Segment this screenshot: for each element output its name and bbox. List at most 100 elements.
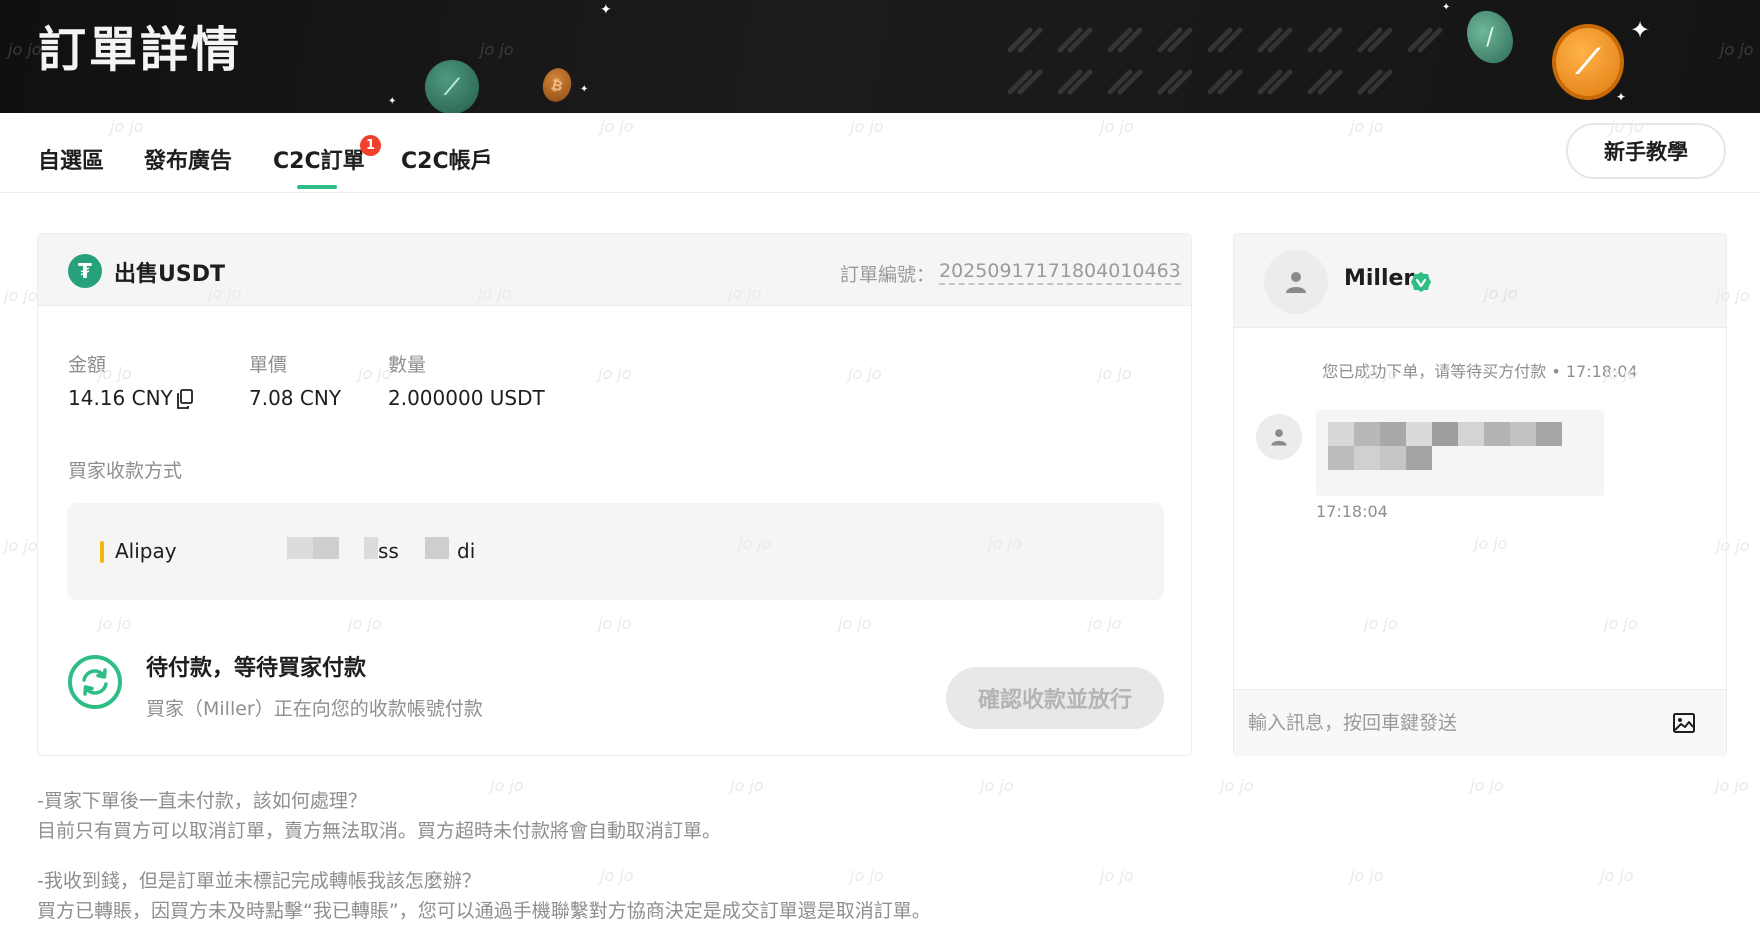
watermark: jo jo xyxy=(600,866,634,885)
refresh-icon xyxy=(68,655,122,709)
redacted-pixel xyxy=(1328,422,1354,446)
watermark: jo jo xyxy=(98,364,132,383)
redacted-pixel xyxy=(1536,422,1562,446)
watermark: jo jo xyxy=(980,776,1014,795)
user-icon xyxy=(1286,272,1306,293)
price-value: 7.08 CNY xyxy=(249,386,342,410)
tether-icon: ₮ xyxy=(68,254,102,288)
watermark: jo jo xyxy=(1364,614,1398,633)
tab-post-ad[interactable]: 發布廣告 xyxy=(144,143,232,175)
watermark: jo jo xyxy=(1715,776,1749,795)
avatar xyxy=(1264,250,1328,314)
watermark: jo jo xyxy=(8,40,42,59)
order-number-label: 訂單編號： xyxy=(840,264,936,286)
redacted-pixel xyxy=(1354,446,1380,470)
sparkle-icon: ✦ xyxy=(388,96,397,107)
redacted-pixel xyxy=(1328,446,1354,470)
watermark: jo jo xyxy=(348,614,382,633)
watermark: jo jo xyxy=(850,866,884,885)
watermark: jo jo xyxy=(1098,364,1132,383)
faq-answer: 買方已轉賬，因買方未及時點擊“我已轉賬”，您可以通過手機聯繫對方協商決定是成交訂… xyxy=(37,900,931,922)
watermark: jo jo xyxy=(598,614,632,633)
watermark: jo jo xyxy=(988,534,1022,553)
watermark: jo jo xyxy=(598,364,632,383)
amount-value: 14.16 CNY xyxy=(68,386,173,410)
message-timestamp: 17:18:04 xyxy=(1316,502,1388,521)
watermark: jo jo xyxy=(1716,286,1750,305)
price-label: 單價 xyxy=(249,354,288,376)
redacted-info xyxy=(425,537,449,559)
tab-watchlist[interactable]: 自選區 xyxy=(38,143,104,175)
tab-c2c-account[interactable]: C2C帳戶 xyxy=(401,143,493,175)
system-message: 您已成功下单，请等待买方付款 • 17:18:04 xyxy=(1322,362,1638,381)
faq-question: -買家下單後一直未付款，該如何處理？ xyxy=(37,790,367,812)
image-upload-icon[interactable] xyxy=(1672,712,1696,734)
watermark: jo jo xyxy=(1474,534,1508,553)
watermark: jo jo xyxy=(4,536,38,555)
sparkle-icon: ✦ xyxy=(1630,16,1651,44)
page-title: 訂單詳情 xyxy=(38,22,243,78)
watermark: jo jo xyxy=(850,117,884,136)
watermark: jo jo xyxy=(480,40,514,59)
alipay-indicator xyxy=(100,541,104,563)
watermark: jo jo xyxy=(848,364,882,383)
redacted-pixel xyxy=(1354,422,1380,446)
payment-method-label: 買家收款方式 xyxy=(68,460,183,482)
watermark: jo jo xyxy=(1604,614,1638,633)
redacted-pixel xyxy=(1406,446,1432,470)
redacted-info xyxy=(287,537,313,559)
watermark: jo jo xyxy=(110,117,144,136)
watermark: jo jo xyxy=(1716,536,1750,555)
redacted-pixel xyxy=(1380,446,1406,470)
watermark: jo jo xyxy=(1470,776,1504,795)
sparkle-icon: ✦ xyxy=(600,2,612,18)
header-banner: 訂單詳情 ⟋ ₿ ⟋ ⟋ ✦ ✦ ✦ ✦ ✦ ✦ jo jo jo jo jo … xyxy=(0,0,1760,113)
watermark: jo jo xyxy=(1600,866,1634,885)
redacted-info xyxy=(364,537,378,559)
tab-c2c-orders[interactable]: C2C訂單 xyxy=(273,143,365,175)
redacted-pixel xyxy=(1510,422,1536,446)
watermark: jo jo xyxy=(1484,284,1518,303)
confirm-release-button[interactable]: 確認收款並放行 xyxy=(946,667,1164,729)
active-tab-indicator xyxy=(297,185,337,189)
watermark: jo jo xyxy=(208,284,242,303)
order-status-title: 待付款，等待買家付款 xyxy=(146,656,367,681)
watermark: jo jo xyxy=(358,364,392,383)
tutorial-button[interactable]: 新手教學 xyxy=(1566,123,1726,179)
counterparty-name: Miller xyxy=(1344,266,1415,291)
order-number[interactable]: 2025091717180401046​3 xyxy=(939,260,1181,285)
redacted-pixel xyxy=(1380,422,1406,446)
watermark: jo jo xyxy=(838,614,872,633)
redacted-pixel xyxy=(1458,422,1484,446)
order-status-description: 買家（Miller）正在向您的收款帳號付款 xyxy=(146,698,483,720)
coin-icon: ⟋ xyxy=(425,60,479,113)
watermark: jo jo xyxy=(600,117,634,136)
redacted-pixel xyxy=(1406,422,1432,446)
watermark: jo jo xyxy=(738,534,772,553)
verified-icon xyxy=(1411,272,1431,292)
copy-icon[interactable] xyxy=(176,389,194,409)
watermark: jo jo xyxy=(1350,866,1384,885)
redacted-pixel xyxy=(1484,422,1510,446)
okx-coin-icon: ⟋ xyxy=(1552,24,1624,100)
watermark: jo jo xyxy=(730,776,764,795)
user-icon xyxy=(1271,429,1287,446)
chat-input-area xyxy=(1234,689,1726,756)
watermark: jo jo xyxy=(478,284,512,303)
redacted-pixel xyxy=(1432,422,1458,446)
sparkle-icon: ✦ xyxy=(1616,90,1627,104)
quantity-label: 數量 xyxy=(388,354,427,376)
chat-message-bubble xyxy=(1316,410,1604,496)
bitcoin-coin-icon: ₿ xyxy=(539,64,575,106)
watermark: jo jo xyxy=(728,284,762,303)
watermark: jo jo xyxy=(1350,117,1384,136)
faq-answer: 目前只有買方可以取消訂單，賣方無法取消。買方超時未付款將會自動取消訂單。 xyxy=(37,820,722,842)
watermark: jo jo xyxy=(1100,866,1134,885)
avatar xyxy=(1256,414,1302,460)
orders-badge: 1 xyxy=(360,135,381,156)
watermark: jo jo xyxy=(1364,364,1398,383)
sparkle-icon: ✦ xyxy=(1442,2,1451,13)
redacted-info xyxy=(313,537,339,559)
chat-message-input[interactable] xyxy=(1248,706,1648,740)
payment-fragment: ss xyxy=(378,539,399,563)
